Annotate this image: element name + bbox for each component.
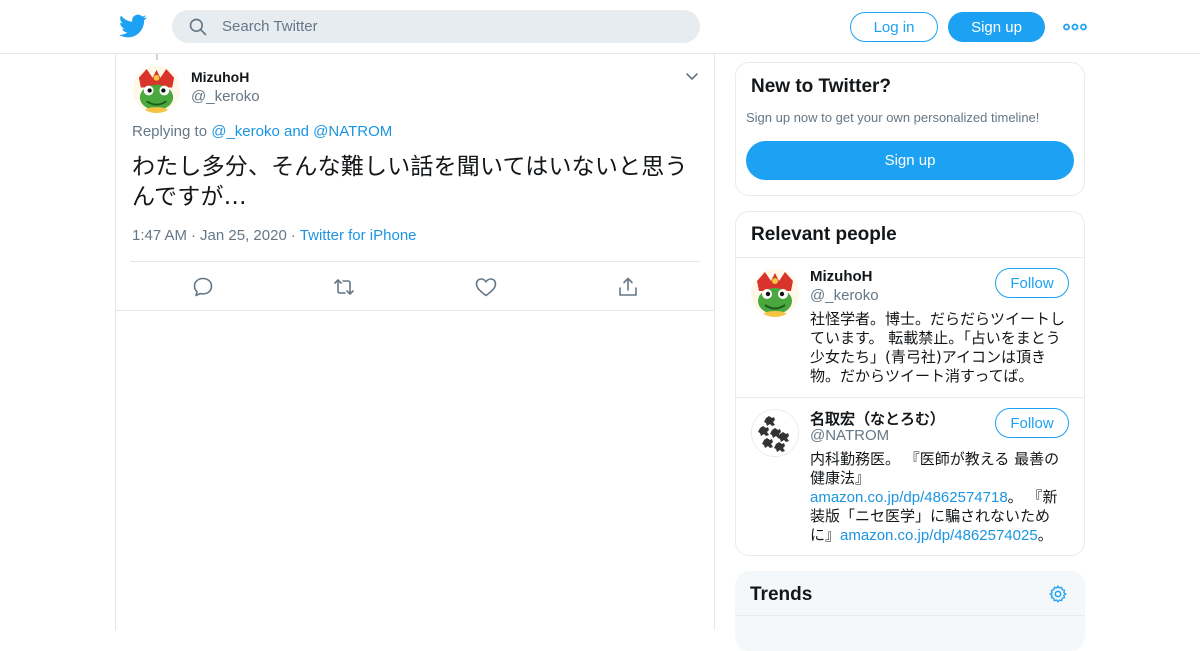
relevant-people-card: Relevant people MizuhoH @_keroko Follow … [735, 211, 1085, 556]
top-bar: Log in Sign up [0, 0, 1200, 54]
search-icon [189, 18, 207, 36]
person-item: 名取宏（なとろむ） @NATROM Follow 内科勤務医。 『医師が教える … [736, 398, 1084, 555]
person-handle[interactable]: @NATROM [810, 427, 889, 444]
meta-separator: · [191, 227, 197, 244]
bio-link[interactable]: amazon.co.jp/dp/4862574025 [840, 527, 1038, 544]
bio-link[interactable]: amazon.co.jp/dp/4862574718 [810, 489, 1008, 506]
card-title: New to Twitter? [751, 76, 892, 97]
reply-icon[interactable] [191, 275, 215, 299]
author-name[interactable]: MizuhoH [191, 69, 249, 85]
avatar[interactable] [751, 409, 799, 457]
signup-button[interactable]: Sign up [948, 12, 1045, 42]
twitter-bird-icon[interactable] [119, 12, 147, 40]
card-title: Relevant people [751, 224, 897, 245]
person-bio: 内科勤務医。 『医師が教える 最善の健康法』 amazon.co.jp/dp/48… [810, 450, 1072, 545]
search-box[interactable] [172, 10, 700, 43]
person-name[interactable]: 名取宏（なとろむ） [810, 408, 945, 429]
retweet-icon[interactable] [332, 275, 356, 299]
reply-to-users-link[interactable]: @_keroko and @NATROM [211, 123, 392, 140]
tweet-detail: MizuhoH @_keroko Replying to @_keroko an… [116, 54, 714, 311]
more-dots-icon[interactable] [1063, 18, 1087, 36]
tweet-date[interactable]: Jan 25, 2020 [200, 227, 287, 244]
card-title: Trends [750, 584, 813, 605]
meta-separator: · [290, 227, 296, 244]
bio-text: 内科勤務医。 『医師が教える 最善の健康法』 [810, 450, 1060, 487]
trends-card: Trends [735, 571, 1085, 651]
chevron-down-icon[interactable] [685, 72, 699, 82]
tweet-text: わたし多分、そんな難しい話を聞いてはいないと思うんですが… [132, 154, 688, 210]
person-bio: 社怪学者。博士。だらだらツイートしています。 転載禁止。「占いをまとう少女たち」… [810, 310, 1066, 385]
new-to-twitter-card: New to Twitter? Sign up now to get your … [735, 62, 1085, 196]
follow-button[interactable]: Follow [995, 268, 1069, 298]
person-name[interactable]: MizuhoH [810, 268, 872, 285]
login-button[interactable]: Log in [850, 12, 938, 42]
avatar[interactable] [133, 66, 180, 113]
author-handle[interactable]: @_keroko [191, 88, 260, 105]
person-item: MizuhoH @_keroko Follow 社怪学者。博士。だらだらツイート… [736, 258, 1084, 397]
replying-to: Replying to @_keroko and @NATROM [132, 123, 392, 140]
gear-icon[interactable] [1048, 584, 1068, 604]
follow-button[interactable]: Follow [995, 408, 1069, 438]
divider [735, 615, 1085, 616]
tweet-time[interactable]: 1:47 AM [132, 227, 187, 244]
main-column: MizuhoH @_keroko Replying to @_keroko an… [115, 54, 715, 630]
card-subtitle: Sign up now to get your own personalized… [746, 110, 1040, 125]
like-icon[interactable] [474, 275, 498, 299]
share-icon[interactable] [616, 275, 640, 299]
tweet-meta: 1:47 AM · Jan 25, 2020 · Twitter for iPhone [132, 227, 417, 244]
person-handle[interactable]: @_keroko [810, 287, 879, 304]
divider [130, 261, 700, 262]
signup-button-large[interactable]: Sign up [746, 141, 1074, 180]
tweet-source-link[interactable]: Twitter for iPhone [300, 227, 417, 244]
avatar[interactable] [751, 269, 799, 317]
bio-text: 。 [1037, 526, 1053, 544]
replying-prefix: Replying to [132, 123, 208, 140]
search-input[interactable] [222, 10, 682, 43]
